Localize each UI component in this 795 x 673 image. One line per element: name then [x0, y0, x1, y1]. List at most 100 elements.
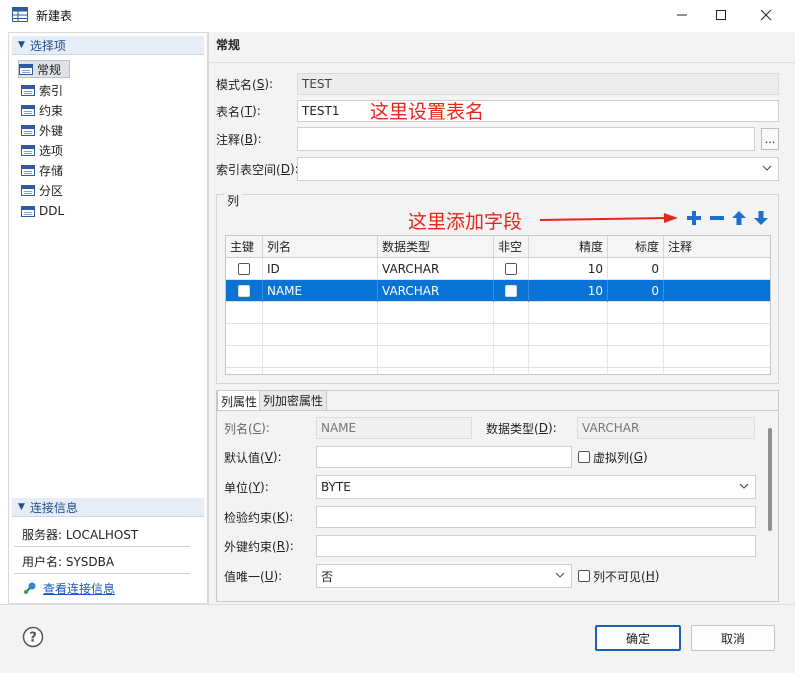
- connection-section-header[interactable]: ▼ 连接信息: [12, 498, 204, 517]
- index-tablespace-label: 索引表空间(D):: [216, 162, 299, 177]
- prop-fk-constraint-input[interactable]: [316, 535, 756, 557]
- pk-checkbox[interactable]: [238, 263, 250, 275]
- header-not-null[interactable]: 非空: [494, 236, 529, 258]
- comment-more-button[interactable]: ...: [761, 128, 779, 150]
- user-info: 用户名: SYSDBA: [22, 554, 115, 569]
- move-up-icon[interactable]: [731, 210, 747, 226]
- ok-button[interactable]: 确定: [595, 625, 681, 651]
- annotation-arrow-icon: [540, 213, 678, 223]
- sidebar-item-constraint[interactable]: 约束: [21, 101, 141, 119]
- not-null-checkbox[interactable]: [505, 263, 517, 275]
- prop-unique-select[interactable]: 否: [316, 564, 572, 588]
- not-null-cell[interactable]: [494, 258, 529, 280]
- table-icon: [21, 104, 35, 116]
- invisible-column-checkbox[interactable]: 列不可见(H): [578, 566, 659, 586]
- page-title: 常规: [216, 38, 241, 52]
- column-name-cell[interactable]: ID: [263, 258, 378, 280]
- header-comment[interactable]: 注释: [664, 236, 770, 258]
- tab-column-encryption[interactable]: 列加密属性: [259, 390, 328, 410]
- checkbox[interactable]: [578, 451, 590, 463]
- prop-fk-constraint-label: 外键约束(R):: [224, 539, 294, 554]
- divider: [208, 62, 795, 63]
- maximize-button[interactable]: [698, 0, 744, 30]
- scale-cell[interactable]: 0: [608, 280, 664, 302]
- table-icon: [21, 144, 35, 156]
- scale-cell[interactable]: 0: [608, 258, 664, 280]
- divider: [14, 573, 190, 574]
- header-pk[interactable]: 主键: [226, 236, 263, 258]
- add-column-icon[interactable]: [686, 210, 702, 226]
- header-scale[interactable]: 标度: [608, 236, 664, 258]
- prop-data-type-field: VARCHAR: [577, 417, 755, 439]
- pk-cell[interactable]: [226, 280, 263, 302]
- header-column-name[interactable]: 列名: [263, 236, 378, 258]
- table-icon: [21, 84, 35, 96]
- view-connection-link[interactable]: 查看连接信息: [22, 578, 188, 598]
- prop-data-type-label: 数据类型(D):: [486, 421, 557, 436]
- prop-check-constraint-input[interactable]: [316, 506, 756, 528]
- column-name-cell[interactable]: NAME: [263, 280, 378, 302]
- vertical-scrollbar[interactable]: [768, 428, 772, 531]
- help-icon[interactable]: ?: [22, 626, 44, 648]
- sidebar-item-ddl[interactable]: DDL: [21, 202, 141, 220]
- annotation-add-fields: 这里添加字段: [408, 211, 523, 233]
- divider: [14, 546, 190, 547]
- cancel-button[interactable]: 取消: [691, 625, 775, 651]
- annotation-set-table-name: 这里设置表名: [370, 101, 485, 123]
- section-title: 选择项: [29, 38, 66, 53]
- sidebar-item-label: 索引: [39, 83, 64, 98]
- header-precision[interactable]: 精度: [529, 236, 608, 258]
- comment-cell[interactable]: [664, 258, 770, 280]
- sidebar-item-partition[interactable]: 分区: [21, 181, 141, 199]
- remove-column-icon[interactable]: [709, 210, 725, 226]
- pk-checkbox[interactable]: [238, 285, 250, 297]
- data-type-cell[interactable]: VARCHAR: [378, 258, 494, 280]
- columns-group-title: 列: [224, 192, 243, 209]
- header-data-type[interactable]: 数据类型: [378, 236, 494, 258]
- prop-default-input[interactable]: [316, 446, 572, 468]
- virtual-column-checkbox[interactable]: 虚拟列(G): [578, 447, 648, 467]
- table-row[interactable]: ID VARCHAR 10 0: [226, 258, 770, 280]
- columns-table: 主键 列名 数据类型 非空 精度 标度 注释 ID VARCHAR 10 0 N…: [225, 235, 771, 375]
- prop-unit-select[interactable]: BYTE: [316, 475, 756, 499]
- maximize-icon: [716, 10, 726, 20]
- precision-cell[interactable]: 10: [529, 280, 608, 302]
- prop-unique-label: 值唯一(U):: [224, 569, 283, 584]
- table-icon: [21, 124, 35, 136]
- not-null-cell[interactable]: [494, 280, 529, 302]
- comment-input[interactable]: [297, 127, 755, 151]
- window-title: 新建表: [36, 9, 73, 23]
- prop-check-constraint-label: 检验约束(K):: [224, 510, 294, 525]
- precision-cell[interactable]: 10: [529, 258, 608, 280]
- sidebar-item-foreign-key[interactable]: 外键: [21, 121, 141, 139]
- view-connection-link-text[interactable]: 查看连接信息: [43, 580, 115, 597]
- schema-name-label: 模式名(S):: [216, 77, 274, 92]
- sidebar-item-index[interactable]: 索引: [21, 81, 141, 99]
- data-type-cell[interactable]: VARCHAR: [378, 280, 494, 302]
- prop-column-name-label: 列名(C):: [224, 421, 270, 436]
- schema-name-field: TEST: [297, 73, 779, 95]
- collapse-triangle-icon: ▼: [18, 502, 25, 512]
- table-icon: [19, 63, 33, 75]
- prop-unit-label: 单位(Y):: [224, 480, 269, 495]
- sidebar-item-label: 分区: [39, 183, 64, 198]
- sidebar-item-general[interactable]: 常规: [18, 60, 70, 78]
- selection-section-header[interactable]: ▼ 选择项: [12, 36, 204, 55]
- not-null-checkbox[interactable]: [505, 285, 517, 297]
- pk-cell[interactable]: [226, 258, 263, 280]
- tab-column-properties[interactable]: 列属性: [217, 390, 262, 411]
- table-row-selected[interactable]: NAME VARCHAR 10 0: [226, 280, 770, 302]
- checkbox[interactable]: [578, 570, 590, 582]
- move-down-icon[interactable]: [753, 210, 769, 226]
- index-tablespace-select[interactable]: [297, 157, 779, 181]
- prop-default-label: 默认值(V):: [224, 450, 282, 465]
- svg-text:?: ?: [29, 631, 37, 646]
- sidebar-item-options[interactable]: 选项: [21, 141, 141, 159]
- chevron-down-icon: [739, 483, 749, 489]
- sidebar-item-label: 约束: [39, 103, 64, 118]
- sidebar-item-storage[interactable]: 存储: [21, 161, 141, 179]
- close-button[interactable]: [743, 0, 789, 30]
- chevron-down-icon: [555, 572, 565, 578]
- comment-cell[interactable]: [664, 280, 770, 302]
- close-icon: [760, 9, 772, 21]
